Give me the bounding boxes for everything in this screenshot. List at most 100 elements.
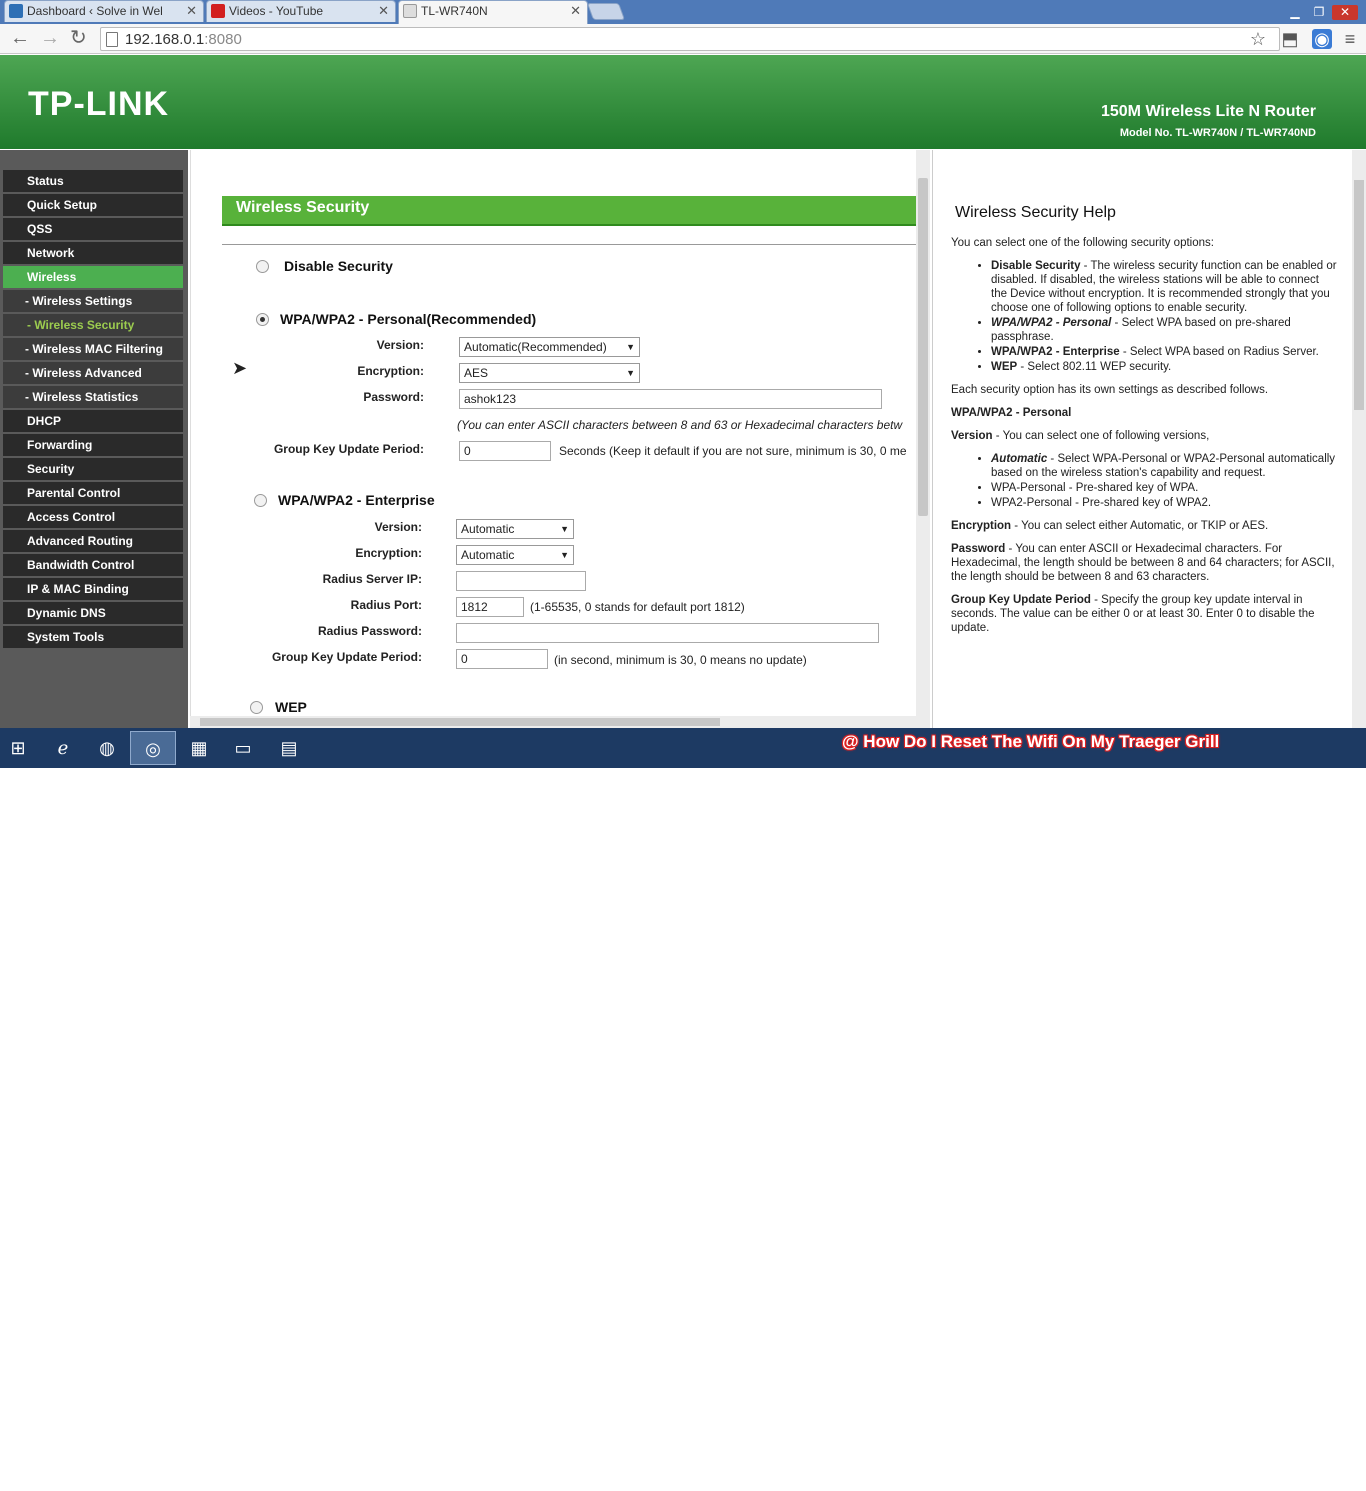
wordpress-icon [9, 4, 23, 18]
radius-ip-input[interactable] [456, 571, 586, 591]
ent-group-key-hint: (in second, minimum is 30, 0 means no up… [554, 653, 807, 667]
list-item: WEP - Select 802.11 WEP security. [991, 360, 1337, 374]
menu-item-access-control[interactable]: Access Control [3, 506, 183, 528]
help-scrollbar-thumb[interactable] [1354, 180, 1364, 410]
menu-item-quick-setup[interactable]: Quick Setup [3, 194, 183, 216]
wpa-enterprise-radio[interactable] [254, 494, 267, 507]
menu-item-wireless[interactable]: Wireless [3, 266, 183, 288]
wep-label: WEP [275, 699, 307, 715]
address-url: 192.168.0.1:8080 [125, 31, 242, 48]
close-icon[interactable]: ✕ [186, 1, 197, 21]
group-key-input[interactable]: 0 [459, 441, 551, 461]
menu-item-status[interactable]: Status [3, 170, 183, 192]
page-icon [106, 32, 118, 47]
extension-icon[interactable]: ⬒ [1280, 29, 1300, 49]
menu-item-network[interactable]: Network [3, 242, 183, 264]
tab-dashboard[interactable]: Dashboard ‹ Solve in Wel ✕ [4, 0, 204, 22]
tab-youtube[interactable]: Videos - YouTube ✕ [206, 0, 396, 22]
menu-item-system-tools[interactable]: System Tools [3, 626, 183, 648]
group-key-hint: Seconds (Keep it default if you are not … [559, 444, 907, 458]
new-tab-button[interactable] [586, 3, 626, 20]
tab-label: Videos - YouTube [229, 4, 324, 18]
password-input[interactable]: ashok123 [459, 389, 882, 409]
ent-version-label: Version: [374, 520, 422, 534]
menu-item-bandwidth-control[interactable]: Bandwidth Control [3, 554, 183, 576]
help-options-list: Disable Security - The wireless security… [991, 259, 1337, 374]
menu-item-security[interactable]: Security [3, 458, 183, 480]
notepad-icon[interactable]: ▤ [266, 731, 312, 765]
reload-icon[interactable]: ↻ [70, 27, 87, 49]
help-encryption: Encryption - You can select either Autom… [951, 520, 1269, 532]
help-body: You can select one of the following secu… [951, 236, 1337, 644]
extension-icon[interactable]: ◉ [1312, 29, 1332, 49]
list-item: WPA/WPA2 - Personal - Select WPA based o… [991, 316, 1337, 344]
language-indicator[interactable]: ENG [1253, 1479, 1277, 1491]
window-close-icon[interactable]: ✕ [1332, 5, 1358, 20]
back-icon[interactable]: ← [10, 27, 30, 49]
encryption-select[interactable]: AES ▼ [459, 363, 640, 383]
excel-icon[interactable]: ▦ [176, 731, 222, 765]
chrome-icon[interactable]: ◎ [130, 731, 176, 765]
disable-security-radio[interactable] [256, 260, 269, 273]
horizontal-scrollbar-thumb[interactable] [200, 718, 720, 726]
model-number: Model No. TL-WR740N / TL-WR740ND [1119, 127, 1316, 139]
ent-group-key-input[interactable]: 0 [456, 649, 548, 669]
tab-router[interactable]: TL-WR740N ✕ [398, 0, 588, 24]
menu-item-qss[interactable]: QSS [3, 218, 183, 240]
radius-port-hint: (1-65535, 0 stands for default port 1812… [530, 600, 745, 614]
start-icon[interactable]: ⊞ [0, 731, 36, 765]
wep-radio[interactable] [250, 701, 263, 714]
main-scrollbar-thumb[interactable] [918, 178, 928, 516]
help-version-list: Automatic - Select WPA-Personal or WPA2-… [991, 452, 1337, 510]
menu-item-forwarding[interactable]: Forwarding [3, 434, 183, 456]
menu-item-wireless-statistics[interactable]: - Wireless Statistics [3, 386, 183, 408]
help-each: Each security option has its own setting… [951, 384, 1269, 396]
menu-item-dhcp[interactable]: DHCP [3, 410, 183, 432]
browser-toolbar: ← → ↻ 192.168.0.1:8080 ☆ ⬒ ◉ ≡ [0, 24, 1366, 54]
menu-item-wireless-advanced[interactable]: - Wireless Advanced [3, 362, 183, 384]
radius-password-input[interactable] [456, 623, 879, 643]
ent-version-select[interactable]: Automatic ▼ [456, 519, 574, 539]
ent-encryption-label: Encryption: [355, 546, 422, 560]
radius-password-label: Radius Password: [317, 624, 422, 638]
ent-encryption-select[interactable]: Automatic ▼ [456, 545, 574, 565]
close-icon[interactable]: ✕ [378, 1, 389, 21]
radius-port-label: Radius Port: [350, 598, 422, 612]
address-bar[interactable]: 192.168.0.1:8080 [100, 27, 1280, 51]
encryption-label: Encryption: [357, 364, 424, 378]
help-version: Version - You can select one of followin… [951, 430, 1210, 442]
menu-icon[interactable]: ≡ [1340, 29, 1360, 49]
menu-item-wireless-security[interactable]: - Wireless Security [3, 314, 183, 336]
menu-item-wireless-mac-filtering[interactable]: - Wireless MAC Filtering [3, 338, 183, 360]
list-item: WPA-Personal - Pre-shared key of WPA. [991, 481, 1337, 495]
radius-port-input[interactable]: 1812 [456, 597, 524, 617]
menu-item-ip-mac-binding[interactable]: IP & MAC Binding [3, 578, 183, 600]
firefox-icon[interactable]: ◍ [84, 731, 130, 765]
product-name: 150M Wireless Lite N Router [1100, 103, 1316, 120]
help-password: Password - You can enter ASCII or Hexade… [951, 543, 1335, 583]
clock[interactable]: 8:52 PM [1315, 1475, 1356, 1487]
dropdown-arrow-icon: ▼ [560, 550, 569, 560]
wpa-personal-label: WPA/WPA2 - Personal(Recommended) [280, 311, 537, 327]
radius-ip-label: Radius Server IP: [322, 572, 422, 586]
page-icon [403, 4, 417, 18]
menu-item-wireless-settings[interactable]: - Wireless Settings [3, 290, 183, 312]
close-icon[interactable]: ✕ [570, 1, 581, 21]
tab-label: TL-WR740N [421, 4, 488, 18]
mouse-cursor-icon: ➤ [232, 358, 248, 378]
minimize-icon[interactable]: ▁ [1284, 5, 1306, 20]
menu-item-dynamic-dns[interactable]: Dynamic DNS [3, 602, 183, 624]
internet-explorer-icon[interactable]: ℯ [40, 731, 86, 765]
wpa-personal-radio[interactable] [256, 313, 269, 326]
explorer-icon[interactable]: ▭ [220, 731, 266, 765]
menu-item-advanced-routing[interactable]: Advanced Routing [3, 530, 183, 552]
list-item: Automatic - Select WPA-Personal or WPA2-… [991, 452, 1337, 480]
help-title: Wireless Security Help [955, 204, 1116, 221]
bookmark-star-icon[interactable]: ☆ [1248, 29, 1268, 49]
version-select[interactable]: Automatic(Recommended) ▼ [459, 337, 640, 357]
menu-item-parental-control[interactable]: Parental Control [3, 482, 183, 504]
forward-icon[interactable]: → [40, 27, 60, 49]
browser-tab-strip: Dashboard ‹ Solve in Wel ✕ Videos - YouT… [0, 0, 1366, 24]
group-key-label: Group Key Update Period: [273, 442, 424, 456]
restore-icon[interactable]: ❐ [1308, 5, 1330, 20]
